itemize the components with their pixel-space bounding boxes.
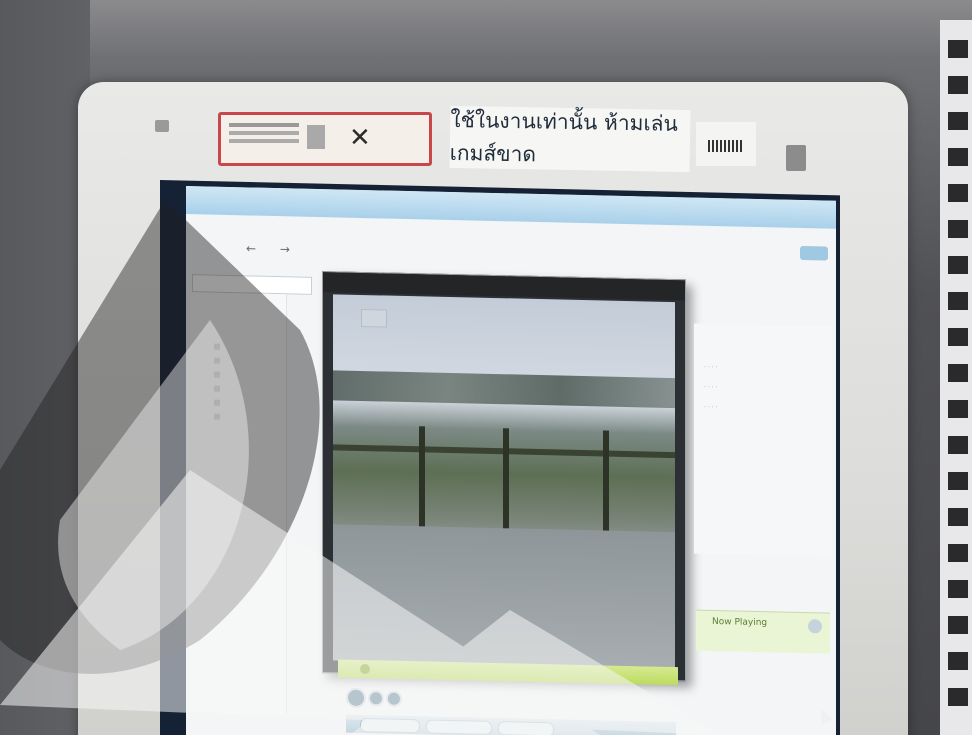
background-wall — [0, 0, 90, 735]
server-rack — [940, 20, 972, 735]
back-arrow-icon[interactable]: ← — [246, 241, 256, 255]
taskbar-button[interactable] — [498, 721, 554, 735]
rack-slot — [948, 436, 968, 454]
rack-slot — [948, 580, 968, 598]
next-icon[interactable] — [386, 690, 402, 707]
rack-slot — [948, 472, 968, 490]
rack-slot — [948, 652, 968, 670]
navigation-buttons: ← → — [246, 241, 310, 256]
rack-slot — [948, 148, 968, 166]
monitor-logo — [786, 145, 806, 171]
sticker-text-lines — [229, 123, 299, 127]
rack-slot — [948, 616, 968, 634]
sidebar-item[interactable] — [214, 371, 223, 379]
rack-slot — [948, 256, 968, 274]
monitor-button[interactable] — [155, 120, 169, 132]
play-icon[interactable] — [346, 687, 366, 709]
details-row: · · · · — [704, 383, 718, 392]
rack-slot — [948, 688, 968, 706]
video-treeline — [333, 370, 675, 409]
rack-slot — [948, 292, 968, 310]
details-row: · · · · — [704, 403, 718, 412]
mouse-cursor — [815, 706, 833, 725]
rack-slot — [948, 508, 968, 526]
library-sidebar — [190, 292, 287, 715]
thai-notice-sticker: ใช้ในงานเท่านั้น ห้ามเล่นเกมส์ขาด — [449, 105, 691, 173]
sidebar-item[interactable] — [214, 413, 223, 421]
now-playing-icon[interactable] — [808, 619, 822, 634]
barcode-sticker — [696, 122, 756, 166]
rack-slot — [948, 184, 968, 202]
details-pane: · · · · · · · · · · · · — [694, 323, 832, 557]
computer-icon — [307, 125, 325, 149]
no-gaming-sticker: ✕ — [218, 112, 432, 166]
previous-icon[interactable] — [368, 690, 384, 707]
media-player-window: ← → · · · · · · · · · · · · Now Playing — [186, 186, 836, 735]
sidebar-item[interactable] — [214, 399, 223, 407]
rack-slot — [948, 364, 968, 382]
now-playing-panel[interactable]: Now Playing — [696, 609, 830, 654]
rack-slot — [948, 40, 968, 58]
transport-controls — [338, 681, 678, 719]
sidebar-item[interactable] — [214, 357, 223, 365]
taskbar-button[interactable] — [426, 719, 492, 735]
rack-slot — [948, 544, 968, 562]
forward-arrow-icon[interactable]: → — [280, 242, 290, 256]
now-playing-label: Now Playing — [712, 616, 768, 629]
no-game-icon: ✕ — [349, 123, 371, 153]
video-frame — [333, 294, 675, 669]
video-playback-window[interactable] — [322, 271, 686, 682]
photo-scene: ✕ ใช้ในงานเท่านั้น ห้ามเล่นเกมส์ขาด ← → — [0, 0, 972, 735]
barcode — [708, 140, 742, 152]
seek-handle[interactable] — [360, 663, 370, 675]
sidebar-item[interactable] — [214, 385, 223, 393]
rack-slot — [948, 220, 968, 238]
video-overlay-icon — [361, 308, 387, 328]
rack-slot — [948, 328, 968, 346]
rack-slot — [948, 112, 968, 130]
video-water — [333, 524, 675, 669]
sidebar-item[interactable] — [214, 343, 223, 351]
details-row: · · · · — [704, 363, 718, 372]
rack-slot — [948, 76, 968, 94]
rack-slot — [948, 400, 968, 418]
window-controls[interactable] — [800, 245, 828, 261]
taskbar-button[interactable] — [360, 717, 420, 734]
